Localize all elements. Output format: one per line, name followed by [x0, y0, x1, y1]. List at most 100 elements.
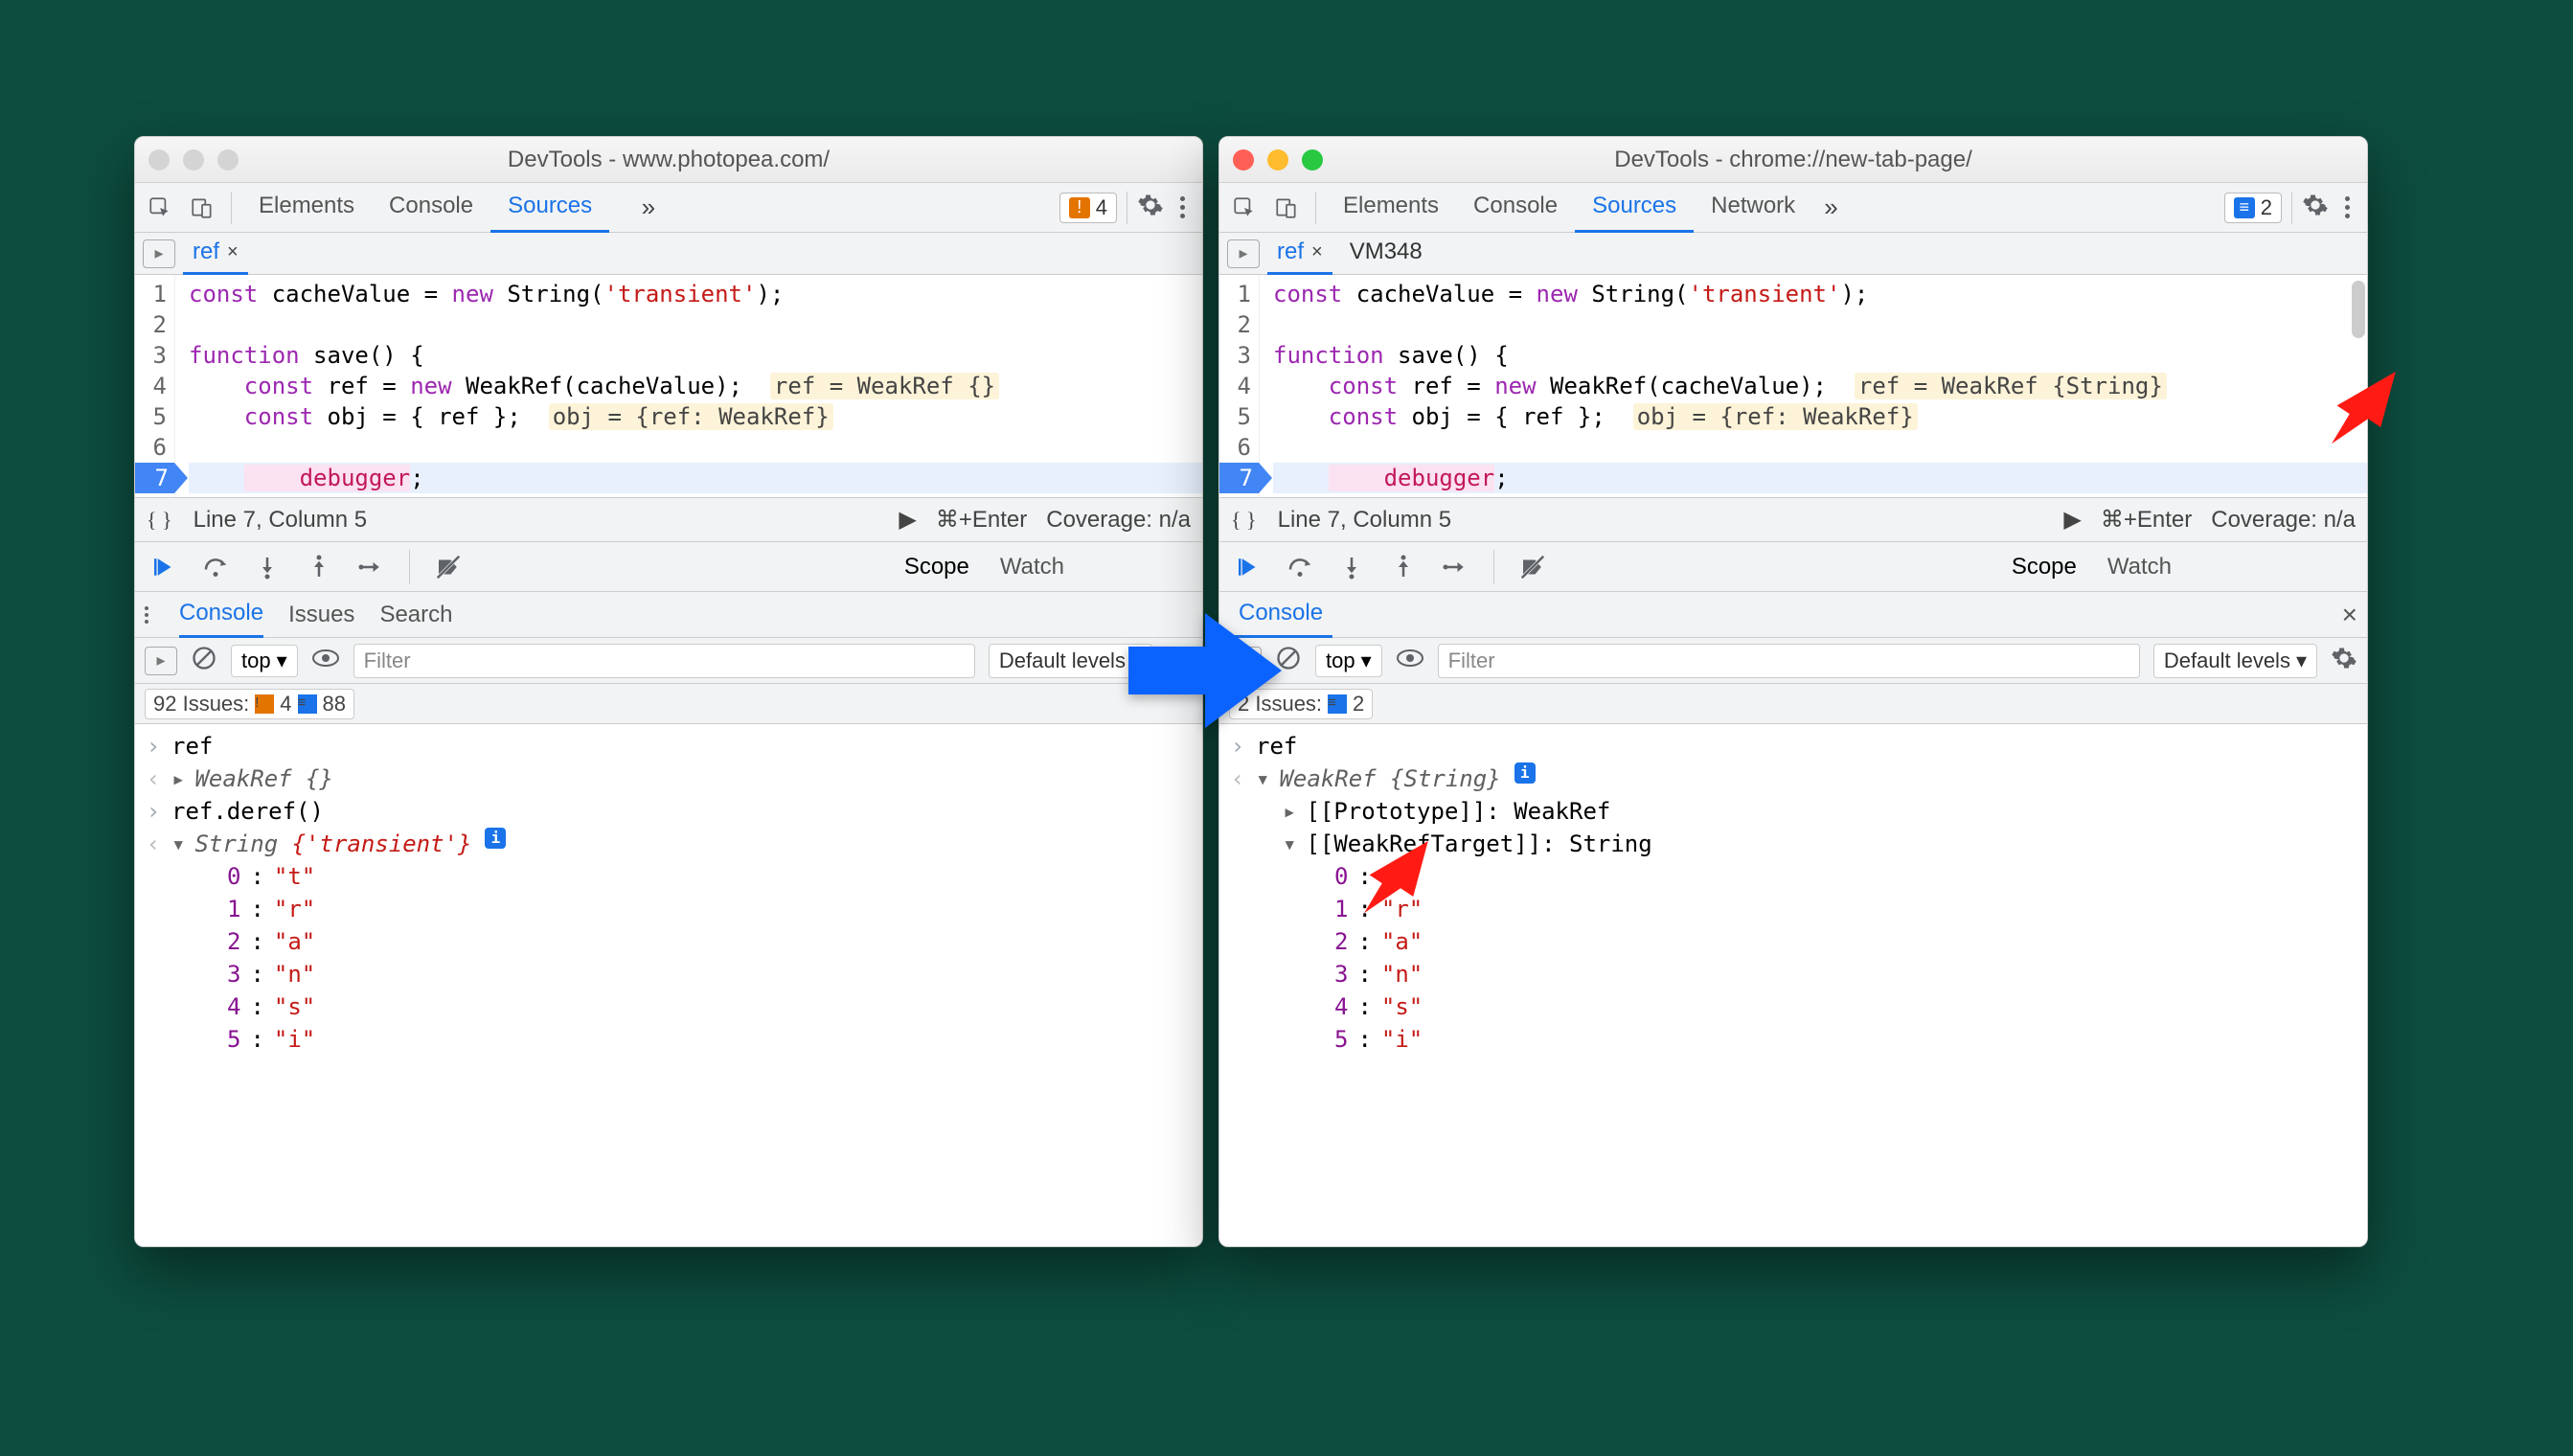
- filter-input[interactable]: Filter: [1438, 644, 2140, 678]
- console-input-line: ref.deref(): [171, 795, 324, 828]
- drawer-console[interactable]: Console: [179, 592, 263, 638]
- console-input-line: ref: [1256, 730, 1297, 762]
- scrollbar[interactable]: [2352, 281, 2365, 338]
- debugger-toolbar: Scope Watch: [135, 542, 1202, 592]
- run-icon[interactable]: ▶: [899, 506, 916, 534]
- log-levels-selector[interactable]: Default levels▾: [2153, 644, 2317, 678]
- issues-strip: 92 Issues: ! 4 ≡ 88: [135, 684, 1202, 724]
- close-icon[interactable]: ×: [227, 241, 239, 263]
- deactivate-breakpoints-icon[interactable]: [1514, 548, 1552, 586]
- issues-strip: 2 Issues: ≡ 2: [1219, 684, 2367, 724]
- issues-summary[interactable]: 92 Issues: ! 4 ≡ 88: [145, 689, 354, 719]
- inspect-icon[interactable]: [1225, 189, 1264, 227]
- object-property: 3: "n": [1229, 958, 2357, 990]
- live-expression-icon[interactable]: [311, 648, 340, 673]
- drawer-search[interactable]: Search: [379, 602, 452, 628]
- pretty-print-icon[interactable]: { }: [1231, 508, 1257, 533]
- device-toggle-icon[interactable]: [183, 189, 221, 227]
- tab-elements[interactable]: Elements: [241, 183, 372, 233]
- tab-sources[interactable]: Sources: [1575, 183, 1694, 233]
- line-gutter: 123456 7: [135, 275, 175, 497]
- issues-badge[interactable]: ! 4: [1059, 193, 1117, 223]
- code-editor[interactable]: 123456 7 const cacheValue = new String('…: [1219, 275, 2367, 498]
- inline-hint: ref = WeakRef {String}: [1855, 373, 2167, 399]
- console-output[interactable]: ›ref ‹▸WeakRef {} ›ref.deref() ‹▾String …: [135, 724, 1202, 1246]
- close-icon[interactable]: ×: [1311, 241, 1323, 263]
- kebab-menu-icon[interactable]: [1168, 196, 1196, 218]
- tab-watch[interactable]: Watch: [2107, 554, 2172, 580]
- file-tab-ref[interactable]: ref ×: [183, 233, 248, 275]
- object-property: 4: "s": [1229, 990, 2357, 1023]
- issues-badge[interactable]: ≡ 2: [2224, 193, 2282, 223]
- console-sidebar-toggle-icon[interactable]: ▸: [145, 647, 177, 675]
- tab-scope[interactable]: Scope: [904, 554, 969, 580]
- code-content: const cacheValue = new String('transient…: [1260, 275, 2367, 497]
- step-over-icon[interactable]: [196, 548, 235, 586]
- object-property: 4: "s": [145, 990, 1193, 1023]
- run-icon[interactable]: ▶: [2063, 506, 2081, 534]
- inline-hint: obj = {ref: WeakRef}: [1633, 403, 1918, 430]
- step-out-icon[interactable]: [1384, 548, 1423, 586]
- warn-icon: !: [1069, 197, 1090, 218]
- step-icon[interactable]: [1436, 548, 1474, 586]
- tab-console[interactable]: Console: [372, 183, 490, 233]
- step-out-icon[interactable]: [300, 548, 338, 586]
- kebab-menu-icon[interactable]: [2333, 196, 2361, 218]
- clear-console-icon[interactable]: [191, 645, 217, 676]
- console-result[interactable]: WeakRef {String}: [1279, 762, 1500, 795]
- more-tabs-chevron[interactable]: »: [1816, 193, 1845, 222]
- info-icon[interactable]: i: [1514, 762, 1536, 784]
- device-toggle-icon[interactable]: [1267, 189, 1306, 227]
- info-icon: ≡: [298, 694, 317, 714]
- context-selector[interactable]: top▾: [231, 645, 298, 677]
- titlebar: DevTools - www.photopea.com/: [135, 137, 1202, 183]
- snippet-run-icon[interactable]: ▸: [1227, 239, 1260, 268]
- settings-gear-icon[interactable]: [1137, 192, 1164, 223]
- live-expression-icon[interactable]: [1396, 648, 1424, 673]
- drawer-issues[interactable]: Issues: [288, 602, 354, 628]
- context-selector[interactable]: top▾: [1315, 645, 1382, 677]
- tab-network[interactable]: Network: [1694, 183, 1812, 233]
- step-icon[interactable]: [352, 548, 390, 586]
- object-property: 2: "a": [145, 925, 1193, 958]
- main-tabstrip: Elements Console Sources » ! 4: [135, 183, 1202, 233]
- code-content: const cacheValue = new String('transient…: [175, 275, 1202, 497]
- coverage-label: Coverage: n/a: [1046, 507, 1191, 534]
- tab-sources[interactable]: Sources: [490, 183, 609, 233]
- file-tab-ref[interactable]: ref ×: [1267, 233, 1332, 275]
- drawer-menu-icon[interactable]: [145, 606, 148, 624]
- inline-hint: ref = WeakRef {}: [770, 373, 999, 399]
- console-result[interactable]: WeakRef {}: [194, 762, 333, 795]
- inspect-icon[interactable]: [141, 189, 179, 227]
- drawer-tabs: Console ×: [1219, 592, 2367, 638]
- step-into-icon[interactable]: [1332, 548, 1371, 586]
- run-label: ⌘+Enter: [936, 506, 1027, 534]
- info-icon[interactable]: i: [485, 828, 506, 849]
- console-toolbar: ▸ top▾ Filter Default levels▾: [1219, 638, 2367, 684]
- file-tab-label: ref: [193, 239, 219, 265]
- code-editor[interactable]: 123456 7 const cacheValue = new String('…: [135, 275, 1202, 498]
- drawer-close-icon[interactable]: ×: [2342, 600, 2357, 630]
- tab-watch[interactable]: Watch: [1000, 554, 1064, 580]
- console-settings-icon[interactable]: [2331, 645, 2357, 676]
- info-icon: ≡: [1328, 694, 1347, 714]
- step-over-icon[interactable]: [1281, 548, 1319, 586]
- deactivate-breakpoints-icon[interactable]: [429, 548, 467, 586]
- editor-statusbar: { } Line 7, Column 5 ▶ ⌘+Enter Coverage:…: [1219, 498, 2367, 542]
- inline-hint: obj = {ref: WeakRef}: [549, 403, 833, 430]
- resume-icon[interactable]: [1229, 548, 1267, 586]
- tab-scope[interactable]: Scope: [2012, 554, 2077, 580]
- pretty-print-icon[interactable]: { }: [147, 508, 172, 533]
- filter-input[interactable]: Filter: [353, 644, 975, 678]
- tab-elements[interactable]: Elements: [1326, 183, 1456, 233]
- step-into-icon[interactable]: [248, 548, 286, 586]
- tab-console[interactable]: Console: [1456, 183, 1575, 233]
- file-tab-vm[interactable]: VM348: [1340, 233, 1432, 275]
- more-tabs-chevron[interactable]: »: [634, 193, 663, 222]
- snippet-run-icon[interactable]: ▸: [143, 239, 175, 268]
- console-output[interactable]: ›ref ‹▾WeakRef {String} i ▸[[Prototype]]…: [1219, 724, 2367, 1246]
- run-label: ⌘+Enter: [2101, 506, 2192, 534]
- resume-icon[interactable]: [145, 548, 183, 586]
- settings-gear-icon[interactable]: [2302, 192, 2329, 223]
- info-count: 2: [2261, 195, 2272, 220]
